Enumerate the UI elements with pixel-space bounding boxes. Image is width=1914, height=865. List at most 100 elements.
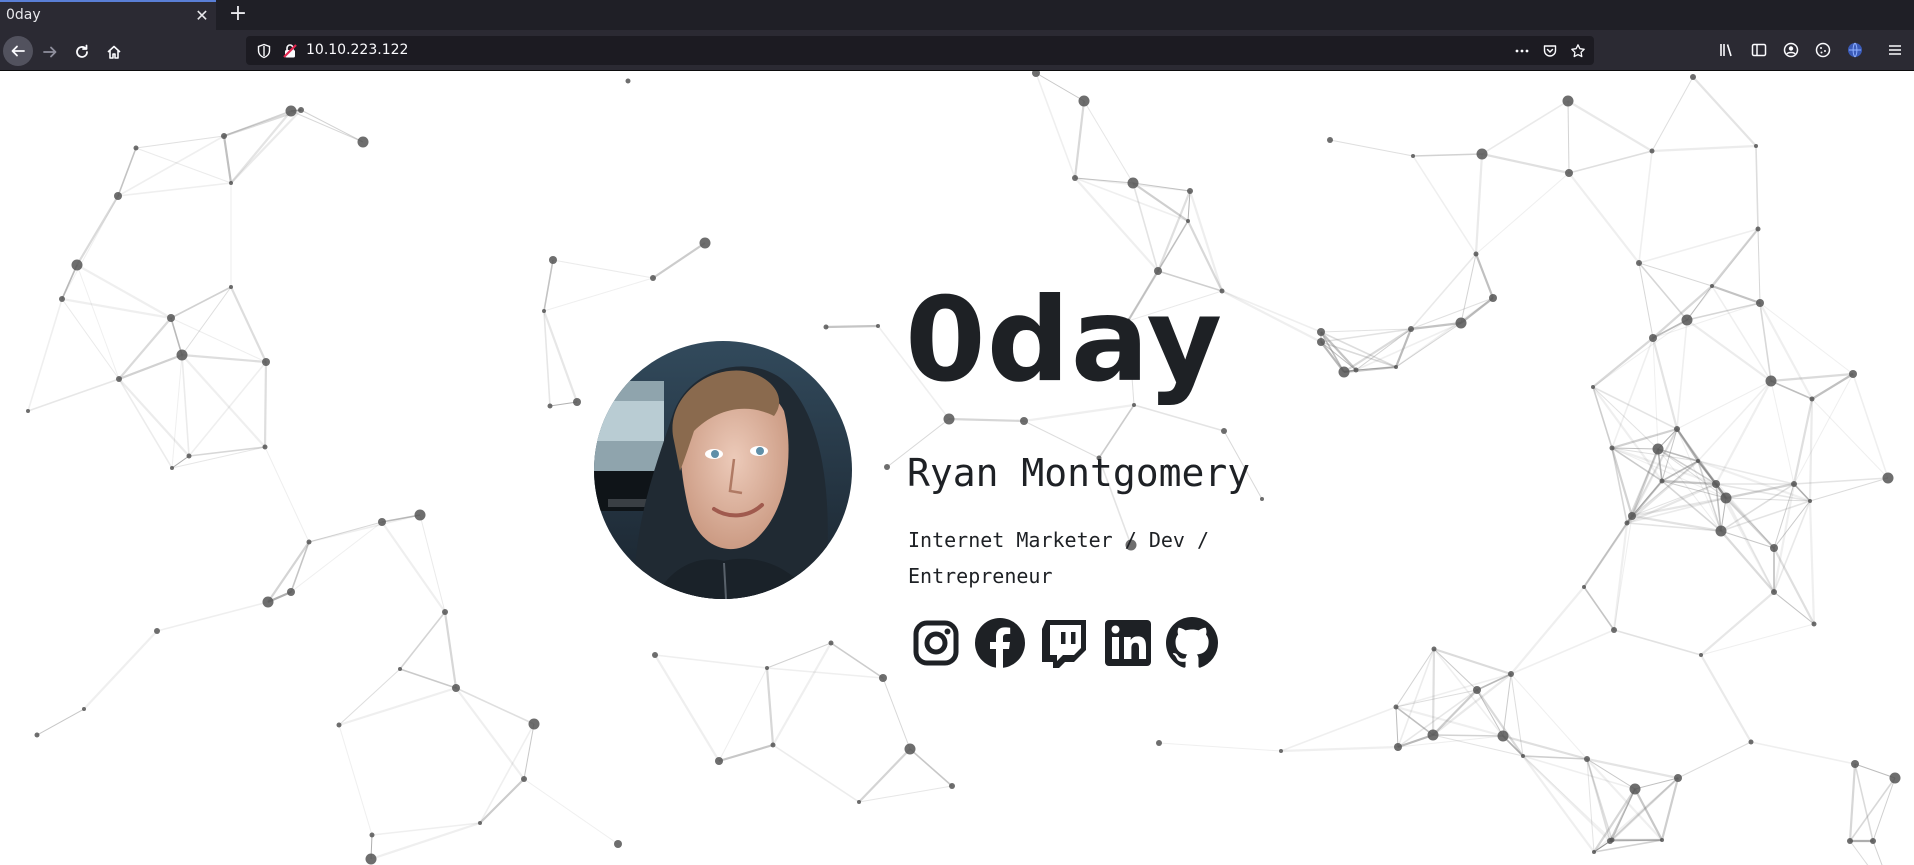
github-link[interactable]	[1166, 615, 1218, 671]
network-line	[1872, 840, 1883, 865]
network-node	[1592, 850, 1596, 854]
network-node	[549, 256, 557, 264]
account-icon[interactable]	[1782, 41, 1800, 59]
network-line	[443, 611, 458, 689]
network-line	[479, 723, 535, 824]
network-node	[1473, 686, 1481, 694]
network-node	[170, 466, 174, 470]
forward-button[interactable]	[36, 38, 64, 66]
network-line	[117, 147, 137, 197]
bookmark-star-icon[interactable]	[1570, 43, 1586, 59]
network-line	[1677, 741, 1752, 779]
vpn-extension-icon[interactable]	[1846, 41, 1864, 59]
network-line	[118, 378, 173, 469]
home-icon	[107, 45, 121, 59]
network-node	[357, 136, 369, 148]
network-line	[1792, 398, 1814, 485]
back-button[interactable]	[3, 36, 33, 66]
network-node	[1327, 137, 1333, 143]
network-node	[365, 853, 377, 865]
network-line	[1773, 591, 1815, 625]
network-line	[1626, 522, 1722, 532]
network-node	[904, 743, 916, 755]
network-line	[654, 654, 768, 669]
network-node	[478, 821, 482, 825]
network-node	[521, 776, 527, 782]
shield-icon[interactable]	[256, 43, 272, 59]
pocket-icon[interactable]	[1542, 43, 1558, 59]
network-node	[1582, 585, 1586, 589]
arrow-right-icon	[43, 46, 57, 58]
network-line	[1849, 840, 1869, 865]
network-line	[1676, 319, 1688, 430]
twitch-link[interactable]	[1038, 615, 1090, 671]
network-line	[181, 354, 190, 457]
network-line	[1133, 404, 1225, 432]
network-node	[1624, 520, 1630, 526]
network-node	[542, 309, 546, 313]
network-node	[547, 403, 553, 409]
network-line	[1221, 290, 1322, 343]
network-line	[1652, 285, 1713, 339]
network-node	[1681, 314, 1693, 326]
network-node	[1427, 729, 1439, 741]
network-node	[378, 518, 386, 526]
address-bar[interactable]: 10.10.223.122	[246, 36, 1594, 65]
arrow-left-icon	[11, 45, 25, 57]
network-node	[1710, 284, 1714, 288]
network-line	[1759, 302, 1854, 375]
network-node	[1489, 294, 1497, 302]
sidebar-icon[interactable]	[1750, 41, 1768, 59]
network-node	[1521, 754, 1525, 758]
network-line	[1676, 380, 1772, 430]
hamburger-menu-icon[interactable]	[1886, 41, 1904, 59]
network-node	[1260, 497, 1264, 501]
network-node	[262, 596, 274, 608]
reload-button[interactable]	[68, 38, 96, 66]
network-node	[884, 464, 890, 470]
network-line	[1770, 372, 1854, 383]
network-line	[1481, 152, 1570, 175]
linkedin-link[interactable]	[1102, 615, 1154, 671]
network-line	[170, 317, 183, 356]
url-text[interactable]: 10.10.223.122	[306, 42, 408, 58]
network-line	[1660, 777, 1680, 841]
insecure-lock-icon[interactable]	[282, 43, 298, 59]
network-line	[549, 401, 578, 407]
facebook-link[interactable]	[974, 615, 1026, 671]
network-line	[61, 264, 78, 300]
home-button[interactable]	[100, 38, 128, 66]
network-node	[1791, 481, 1797, 487]
library-icon[interactable]	[1718, 41, 1736, 59]
network-line	[83, 630, 158, 710]
network-node	[1394, 365, 1398, 369]
twitch-icon	[1042, 620, 1086, 668]
network-node	[1628, 512, 1636, 520]
network-line	[1592, 319, 1688, 388]
cookie-extension-icon[interactable]	[1814, 41, 1832, 59]
network-node	[1032, 71, 1040, 77]
network-node	[133, 145, 139, 151]
network-node	[1756, 299, 1764, 307]
network-node	[1765, 375, 1777, 387]
network-line	[1510, 586, 1585, 675]
network-line	[543, 259, 554, 312]
network-line	[1502, 673, 1512, 737]
network-node	[770, 742, 776, 748]
network-line	[338, 686, 457, 727]
network-node	[949, 783, 955, 789]
network-line	[1329, 139, 1414, 157]
more-actions-icon[interactable]	[1514, 43, 1530, 59]
network-line	[1793, 373, 1854, 485]
new-tab-button[interactable]: +	[226, 3, 250, 27]
tab-close-button[interactable]: ✕	[192, 6, 212, 26]
network-line	[1280, 706, 1397, 752]
network-line	[882, 677, 911, 750]
network-line	[1395, 706, 1399, 748]
network-line	[1395, 673, 1512, 708]
network-node	[1882, 472, 1894, 484]
instagram-link[interactable]	[910, 615, 962, 671]
browser-tab[interactable]: 0day ✕	[0, 0, 216, 30]
network-line	[825, 324, 879, 329]
network-line	[455, 687, 525, 780]
